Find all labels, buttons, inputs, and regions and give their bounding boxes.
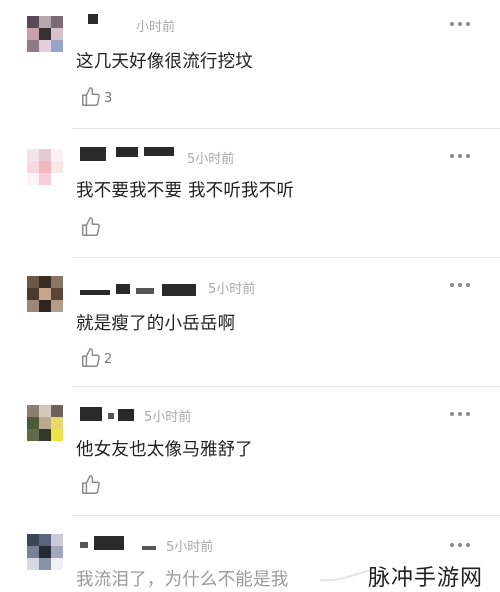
thumbs-up-icon [82, 348, 100, 367]
comment-item: 5小时前 他女友也太像马雅舒了 [0, 387, 500, 515]
username-redacted[interactable] [88, 14, 108, 36]
more-options-icon[interactable] [450, 280, 472, 290]
avatar[interactable] [27, 276, 63, 312]
more-options-icon[interactable] [450, 151, 472, 161]
thumbs-up-icon [82, 87, 100, 106]
more-options-icon[interactable] [450, 19, 472, 29]
username-redacted[interactable] [80, 407, 136, 429]
timestamp: 5小时前 [166, 540, 214, 555]
like-count: 2 [104, 352, 113, 367]
like-count: 3 [104, 91, 113, 106]
timestamp: 5小时前 [187, 152, 235, 167]
timestamp: 5小时前 [144, 410, 192, 425]
more-options-icon[interactable] [450, 409, 472, 419]
comment-item: 5小时前 我不要我不要 我不听我不听 [0, 129, 500, 257]
username-redacted[interactable] [80, 282, 198, 304]
comment-item: 小时前 这几天好像很流行挖坟 3 [0, 0, 500, 128]
watermark-logo: 脉冲手游网 [368, 566, 484, 591]
avatar[interactable] [27, 149, 63, 185]
avatar[interactable] [27, 16, 63, 52]
thumbs-up-icon [82, 475, 100, 494]
comment-item: 5小时前 就是瘦了的小岳岳啊 2 [0, 258, 500, 386]
thumbs-up-icon [82, 217, 100, 236]
comment-text: 就是瘦了的小岳岳啊 [76, 314, 236, 334]
comment-text: 我不要我不要 我不听我不听 [76, 181, 295, 201]
username-redacted[interactable] [80, 147, 175, 169]
username-redacted[interactable] [80, 536, 158, 558]
timestamp: 小时前 [136, 20, 176, 35]
avatar[interactable] [27, 405, 63, 441]
timestamp: 5小时前 [208, 282, 256, 297]
comment-text: 我流泪了，为什么不能是我 [76, 570, 289, 590]
avatar[interactable] [27, 534, 63, 570]
comment-text: 这几天好像很流行挖坟 [76, 52, 253, 72]
comment-text: 他女友也太像马雅舒了 [76, 440, 253, 460]
